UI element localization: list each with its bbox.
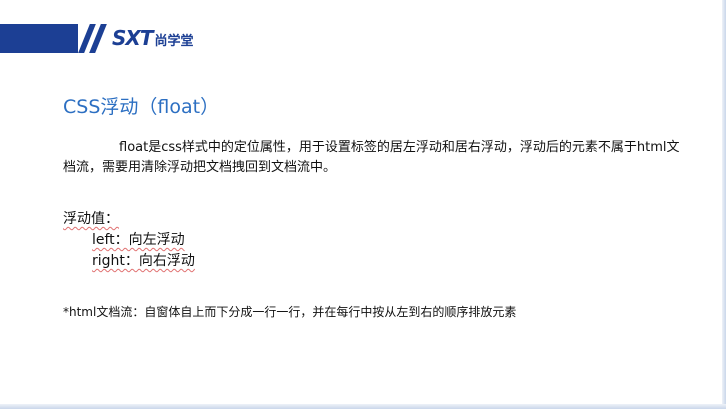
description-paragraph: float是css样式中的定位属性，用于设置标签的居左浮动和居右浮动，浮动后的元… [63, 140, 680, 175]
brand-logo: SXT 尚学堂 [112, 26, 193, 50]
value-item-right: right：向右浮动 [92, 253, 195, 269]
float-values-list: 浮动值： left：向左浮动 right：向右浮动 [63, 209, 195, 272]
logo-mark: SXT [112, 26, 153, 50]
values-heading: 浮动值： [63, 211, 119, 227]
window-edge-right [722, 0, 726, 409]
footnote: *html文档流：自窗体自上而下分成一行一行，并在每行中按从左到右的顺序排放元素 [63, 305, 517, 319]
window-edge-bottom [0, 404, 726, 409]
slide-title: CSS浮动（float） [63, 96, 220, 118]
slide-header: SXT 尚学堂 [0, 24, 722, 53]
header-bar [0, 24, 78, 53]
value-item-left: left：向左浮动 [92, 232, 185, 248]
slide-frame: SXT 尚学堂 CSS浮动（float） float是css样式中的定位属性，用… [0, 0, 726, 409]
logo-name: 尚学堂 [154, 34, 194, 49]
